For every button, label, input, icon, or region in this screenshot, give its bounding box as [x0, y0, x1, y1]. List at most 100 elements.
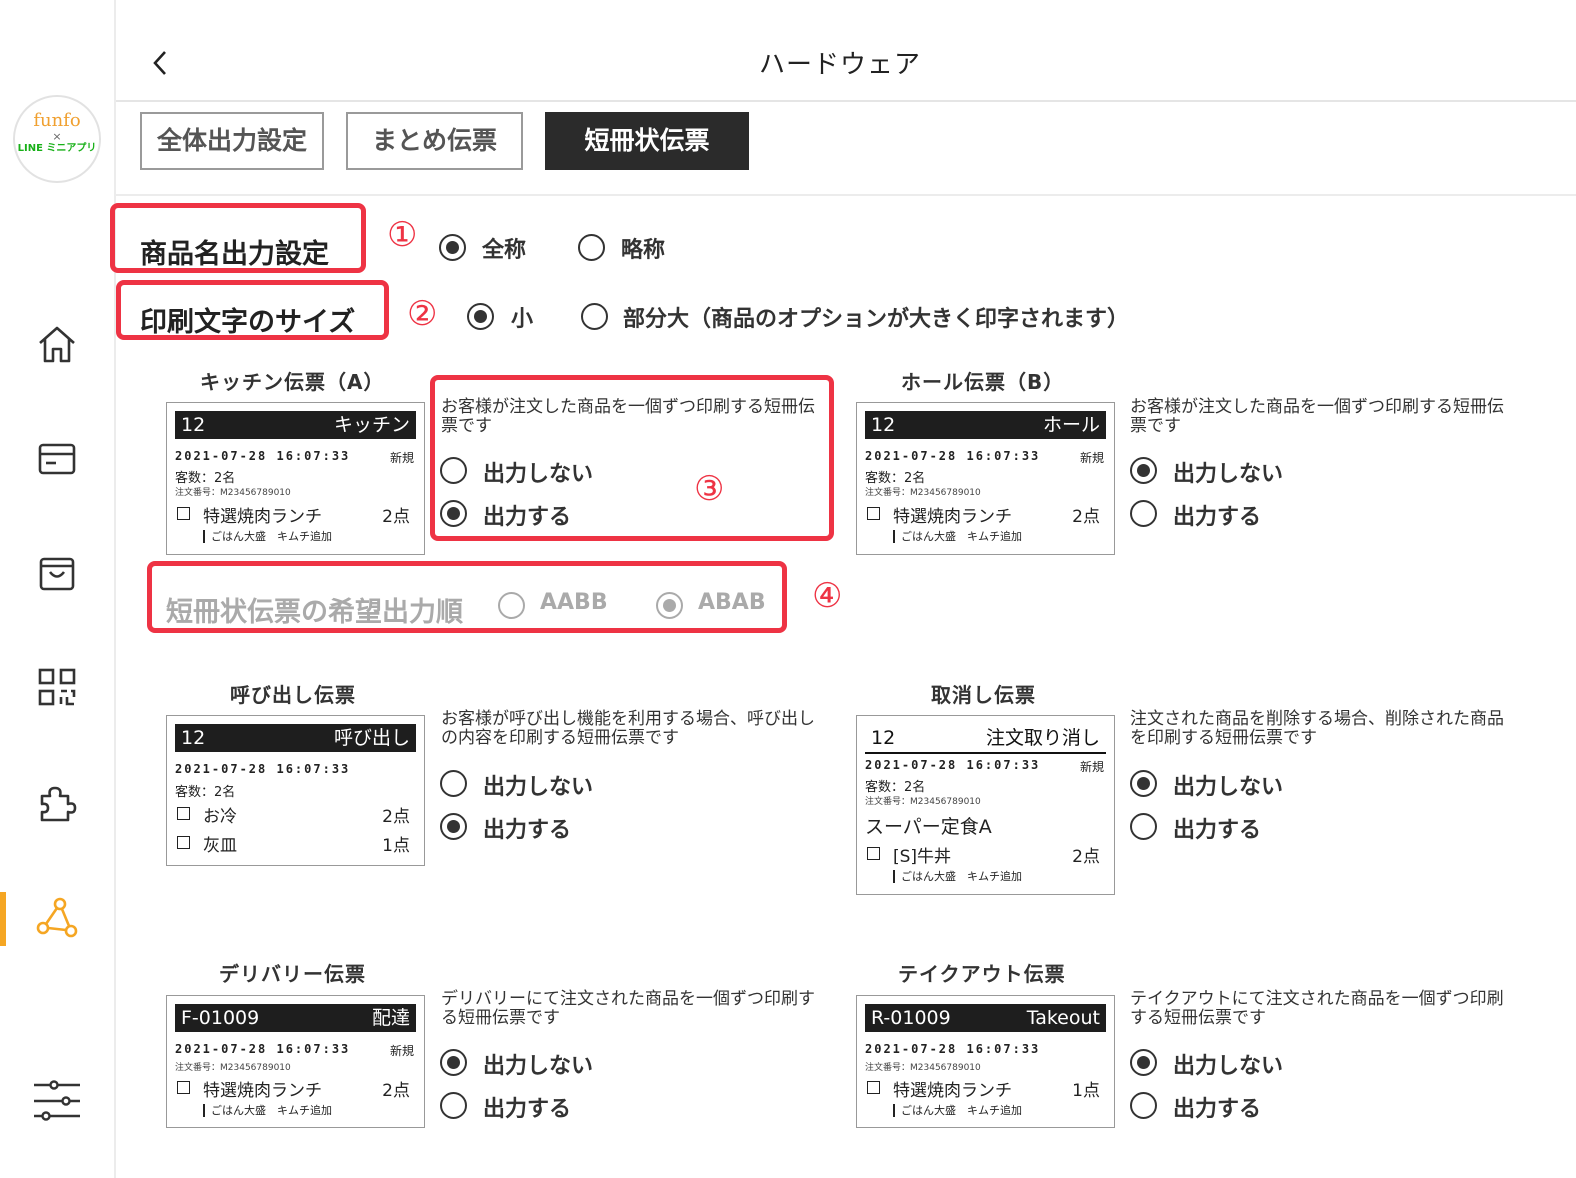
logo-line1: funfo — [33, 110, 81, 131]
ticket-item-1: お冷 — [203, 807, 237, 827]
annotation-1: ① — [387, 215, 418, 255]
header: ハードウェア — [116, 0, 1576, 102]
qr-code-icon — [38, 668, 76, 706]
delivery-slip-title: デリバリー伝票 — [219, 962, 366, 986]
tab-summary-slip[interactable]: まとめ伝票 — [346, 112, 523, 170]
ticket-type: キッチン — [333, 414, 410, 436]
cancel-slip-description: 注文された商品を削除する場合、削除された商品を印刷する短冊伝票です — [1130, 709, 1504, 748]
radio-order-aabb[interactable] — [498, 592, 525, 619]
takeout-slip-title: テイクアウト伝票 — [898, 962, 1066, 986]
radio-kitchen-output-label: 出力する — [483, 505, 572, 530]
call-ticket-preview: 12 呼び出し 2021-07-28 16:07:33 客数：2名 お冷 2点 灰… — [166, 715, 425, 866]
ticket-guests: 客数：2名 — [865, 471, 926, 486]
ticket-date: 2021-07-28 16:07:33 — [175, 762, 351, 776]
radio-cancel-no-output[interactable] — [1130, 770, 1157, 797]
cancel-ticket-preview: 12 注文取り消し 2021-07-28 16:07:33 新規 客数：2名 注文… — [856, 715, 1115, 895]
main-content: ハードウェア 全体出力設定 まとめ伝票 短冊状伝票 商品名出力設定 ① 全称 略… — [110, 0, 1576, 1178]
ticket-guests: 客数：2名 — [865, 780, 926, 795]
radio-cancel-output[interactable] — [1130, 813, 1157, 840]
ticket-status: 新規 — [1079, 451, 1104, 465]
ticket-item: [S]牛丼 — [893, 847, 952, 867]
radio-hall-output[interactable] — [1130, 500, 1157, 527]
radio-delivery-no-output-label: 出力しない — [483, 1054, 594, 1079]
nav-active-indicator — [0, 892, 6, 946]
radio-hall-output-label: 出力する — [1173, 505, 1262, 530]
radio-call-output-label: 出力する — [483, 818, 572, 843]
ticket-set-name: スーパー定食A — [865, 816, 992, 838]
cancel-slip-title: 取消し伝票 — [931, 683, 1036, 707]
radio-delivery-output-label: 出力する — [483, 1097, 572, 1122]
ticket-order-number: 注文番号：M23456789010 — [865, 488, 981, 498]
radio-hall-no-output[interactable] — [1130, 457, 1157, 484]
ticket-checkbox — [177, 836, 190, 849]
ticket-type: 注文取り消し — [985, 727, 1100, 749]
ticket-status: 新規 — [389, 451, 414, 465]
ticket-option: ごはん大盛 キムチ追加 — [893, 530, 1022, 543]
ticket-qty: 2点 — [382, 507, 410, 527]
output-order-label: 短冊状伝票の希望出力順 — [166, 597, 463, 628]
radio-size-small[interactable] — [467, 303, 494, 330]
radio-call-no-output-label: 出力しない — [483, 775, 594, 800]
ticket-qty: 2点 — [1072, 507, 1100, 527]
tab-bar: 全体出力設定 まとめ伝票 短冊状伝票 — [116, 102, 1576, 196]
ticket-date: 2021-07-28 16:07:33 — [865, 758, 1041, 772]
ticket-option: ごはん大盛 キムチ追加 — [893, 1104, 1022, 1117]
radio-size-partial-large[interactable] — [581, 303, 608, 330]
ticket-order-number: 注文番号：M23456789010 — [865, 797, 981, 807]
hall-ticket-preview: 12 ホール 2021-07-28 16:07:33 新規 客数：2名 注文番号：… — [856, 402, 1115, 555]
kitchen-ticket-preview: 12 キッチン 2021-07-28 16:07:33 新規 客数：2名 注文番号… — [166, 402, 425, 555]
ticket-type: Takeout — [1026, 1007, 1100, 1029]
nav-qr[interactable] — [34, 664, 80, 710]
ticket-checkbox — [867, 1081, 880, 1094]
radio-delivery-no-output[interactable] — [440, 1049, 467, 1076]
ticket-type: ホール — [1042, 414, 1100, 436]
page-title: ハードウェア — [758, 50, 921, 80]
ticket-qty: 2点 — [382, 1081, 410, 1101]
radio-kitchen-output[interactable] — [440, 500, 467, 527]
ticket-status: 新規 — [389, 1044, 414, 1058]
annotation-3: ③ — [694, 469, 725, 509]
ticket-item: 特選焼肉ランチ — [893, 507, 1012, 527]
radio-fullname-label: 全称 — [482, 238, 527, 263]
ticket-item: 特選焼肉ランチ — [203, 1081, 322, 1101]
ticket-option: ごはん大盛 キムチ追加 — [203, 530, 332, 543]
radio-call-output[interactable] — [440, 813, 467, 840]
ticket-item: 特選焼肉ランチ — [893, 1081, 1012, 1101]
ticket-guests: 客数：2名 — [175, 785, 236, 800]
hall-slip-title: ホール伝票（B） — [901, 370, 1065, 394]
radio-abbrev[interactable] — [578, 234, 605, 261]
kitchen-slip-description: お客様が注文した商品を一個ずつ印刷する短冊伝票です — [441, 397, 815, 436]
print-size-label: 印刷文字のサイズ — [140, 307, 356, 338]
ticket-item: 特選焼肉ランチ — [203, 507, 322, 527]
hall-slip-description: お客様が注文した商品を一個ずつ印刷する短冊伝票です — [1130, 397, 1504, 436]
tab-overall-output[interactable]: 全体出力設定 — [140, 112, 324, 170]
nav-home[interactable] — [34, 321, 80, 367]
radio-fullname[interactable] — [439, 234, 466, 261]
takeout-ticket-header: R-01009 Takeout — [865, 1004, 1106, 1032]
ticket-order-number: 注文番号：M23456789010 — [865, 1063, 981, 1073]
funfo-logo: funfo × LINE ミニアプリ — [13, 95, 101, 183]
ticket-date: 2021-07-28 16:07:33 — [865, 449, 1041, 463]
nav-card[interactable] — [34, 436, 80, 482]
nav-network[interactable] — [34, 895, 80, 941]
card-icon — [38, 443, 76, 475]
radio-hall-no-output-label: 出力しない — [1173, 462, 1284, 487]
nav-bag[interactable] — [34, 550, 80, 596]
radio-delivery-output[interactable] — [440, 1092, 467, 1119]
nav-puzzle[interactable] — [34, 780, 80, 826]
nav-settings[interactable] — [34, 1077, 80, 1123]
radio-call-no-output[interactable] — [440, 770, 467, 797]
ticket-type: 配達 — [371, 1007, 410, 1029]
tab-strip-slip[interactable]: 短冊状伝票 — [545, 112, 749, 170]
sliders-icon — [34, 1080, 80, 1121]
radio-takeout-output-label: 出力する — [1173, 1097, 1262, 1122]
delivery-slip-description: デリバリーにて注文された商品を一個ずつ印刷する短冊伝票です — [441, 989, 815, 1028]
radio-order-abab[interactable] — [656, 592, 683, 619]
ticket-number: R-01009 — [871, 1007, 951, 1029]
radio-abbrev-label: 略称 — [621, 238, 666, 263]
radio-takeout-output[interactable] — [1130, 1092, 1157, 1119]
ticket-date: 2021-07-28 16:07:33 — [865, 1042, 1041, 1056]
radio-kitchen-no-output[interactable] — [440, 457, 467, 484]
ticket-number: 12 — [181, 414, 206, 436]
radio-takeout-no-output[interactable] — [1130, 1049, 1157, 1076]
